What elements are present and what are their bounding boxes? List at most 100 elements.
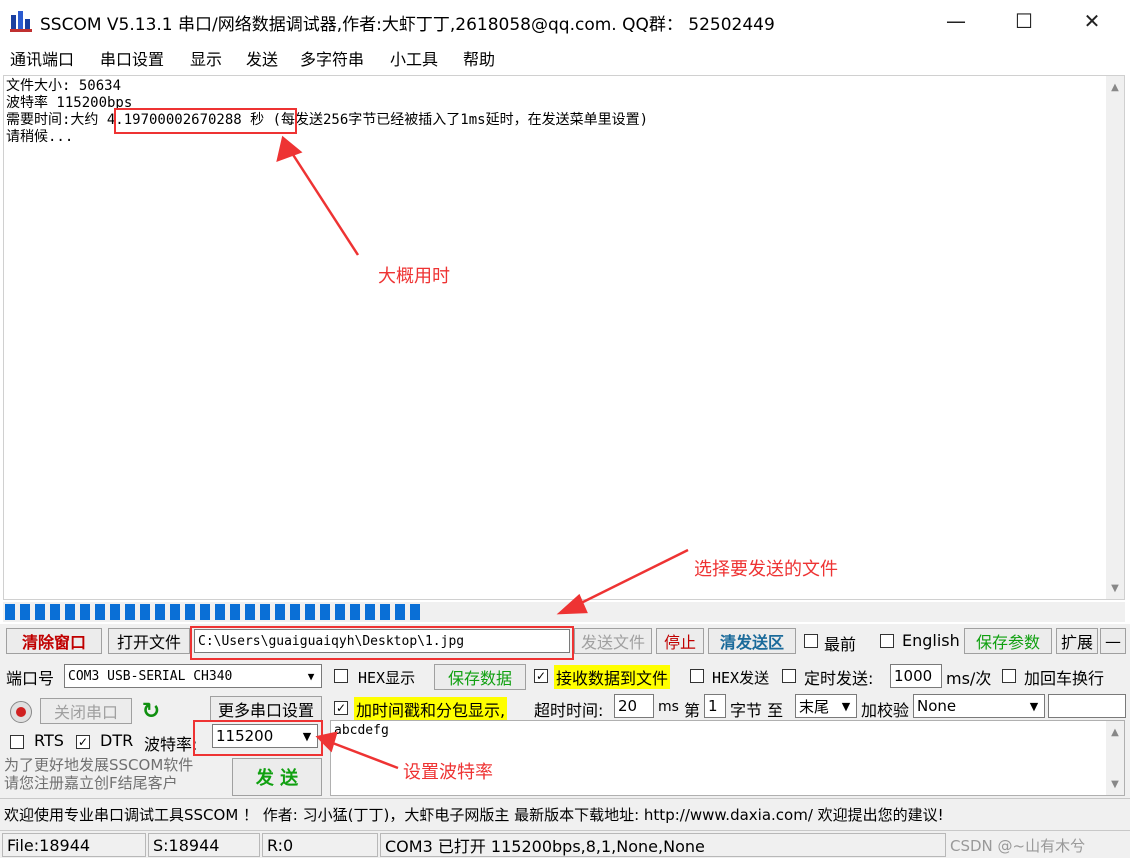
clear-window-button[interactable]: 清除窗口 [6, 628, 102, 654]
rts-checkbox[interactable] [10, 735, 24, 749]
menu-tools[interactable]: 小工具 [390, 46, 438, 70]
banner-text: 欢迎使用专业串口调试工具SSCOM ！ 作者: 习小猛(丁丁)，大虾电子网版主 … [4, 806, 944, 824]
progress-block [290, 604, 300, 620]
progress-block [305, 604, 315, 620]
port-label: 端口号 [6, 669, 55, 688]
timeout-input[interactable]: 20 [614, 694, 654, 718]
scroll-up-icon[interactable]: ▲ [1106, 78, 1124, 96]
annotation-time-box [114, 108, 297, 134]
send-scrollbar[interactable]: ▲ ▼ [1106, 721, 1124, 795]
hex-display-checkbox[interactable] [334, 669, 348, 683]
chevron-down-icon[interactable]: ▼ [836, 695, 856, 717]
interval-input[interactable]: 1000 [890, 664, 942, 688]
progress-block [200, 604, 210, 620]
status-port: COM3 已打开 115200bps,8,1,None,None [380, 833, 946, 857]
save-data-button[interactable]: 保存数据 [434, 664, 526, 690]
progress-block [350, 604, 360, 620]
progress-block [215, 604, 225, 620]
title-bar: SSCOM V5.13.1 串口/网络数据调试器,作者:大虾丁丁,2618058… [0, 0, 1130, 42]
timed-send-checkbox[interactable] [782, 669, 796, 683]
progress-block [380, 604, 390, 620]
menu-help[interactable]: 帮助 [463, 46, 495, 70]
progress-block [230, 604, 240, 620]
checksum-label: 加校验 [861, 701, 910, 720]
nth-label: 第 [684, 701, 701, 720]
more-settings-button[interactable]: 更多串口设置 [210, 696, 322, 722]
chevron-down-icon[interactable]: ▼ [301, 665, 321, 687]
stop-button[interactable]: 停止 [656, 628, 704, 654]
recv-line-filesize: 文件大小: 50634 [6, 78, 122, 94]
send-button[interactable]: 发 送 [232, 758, 322, 796]
byte-to-label: 字节 至 [730, 701, 784, 720]
recv-to-file-checkbox[interactable]: ✓ [534, 669, 548, 683]
progress-block [95, 604, 105, 620]
nth-input[interactable]: 1 [704, 694, 726, 718]
annotation-file-label: 选择要发送的文件 [694, 559, 838, 580]
topmost-label: 最前 [824, 635, 857, 654]
hex-send-label: HEX发送 [712, 669, 770, 687]
close-button[interactable]: ✕ [1058, 0, 1126, 42]
topmost-checkbox[interactable] [804, 634, 818, 648]
progress-block [50, 604, 60, 620]
progress-block [275, 604, 285, 620]
port-select[interactable]: COM3 USB-SERIAL CH340 ▼ [64, 664, 322, 688]
scroll-up-icon[interactable]: ▲ [1106, 723, 1124, 741]
english-label: English [902, 631, 960, 650]
checksum-select[interactable]: None ▼ [913, 694, 1045, 718]
progress-block [5, 604, 15, 620]
rts-label: RTS [34, 731, 64, 750]
progress-block [20, 604, 30, 620]
english-checkbox[interactable] [880, 634, 894, 648]
annotation-baud-box [193, 720, 323, 756]
port-value: COM3 USB-SERIAL CH340 [68, 668, 233, 684]
progress-block [110, 604, 120, 620]
hex-display-label: HEX显示 [358, 669, 416, 687]
progress-block [155, 604, 165, 620]
save-params-button[interactable]: 保存参数 [964, 628, 1052, 654]
close-port-button[interactable]: 关闭串口 [40, 698, 132, 724]
minimize-button[interactable]: — [922, 0, 990, 42]
menu-display[interactable]: 显示 [190, 46, 222, 70]
collapse-button[interactable]: — [1100, 628, 1126, 654]
hex-send-checkbox[interactable] [690, 669, 704, 683]
chevron-down-icon[interactable]: ▼ [1024, 695, 1044, 717]
annotation-time-label: 大概用时 [378, 266, 450, 287]
progress-block [260, 604, 270, 620]
timestamp-checkbox[interactable]: ✓ [334, 701, 348, 715]
status-received: R:0 [262, 833, 378, 857]
end-value: 末尾 [799, 697, 830, 716]
progress-block [320, 604, 330, 620]
promo-text: 为了更好地发展SSCOM软件 请您注册嘉立创F结尾客户 [4, 756, 194, 792]
app-icon [10, 11, 32, 32]
refresh-icon[interactable]: ↻ [138, 698, 164, 724]
clear-send-button[interactable]: 清发送区 [708, 628, 796, 654]
status-bar: File:18944 S:18944 R:0 COM3 已打开 115200bp… [0, 830, 1130, 858]
menu-serial-settings[interactable]: 串口设置 [100, 46, 164, 70]
timeout-label: 超时时间: [534, 701, 604, 720]
send-file-button[interactable]: 发送文件 [574, 628, 652, 654]
maximize-button[interactable]: ☐ [990, 0, 1058, 42]
timestamp-label: 加时间戳和分包显示, [354, 697, 508, 721]
progress-block [185, 604, 195, 620]
menu-multi-string[interactable]: 多字符串 [300, 46, 364, 70]
recv-line-time: 需要时间:大约 4.19700002670288 秒 (每发送256字节已经被插… [6, 112, 649, 128]
progress-block [365, 604, 375, 620]
end-select[interactable]: 末尾 ▼ [795, 694, 857, 718]
receive-area[interactable]: 文件大小: 50634 波特率 115200bps 需要时间:大约 4.1970… [3, 75, 1125, 600]
dtr-checkbox[interactable]: ✓ [76, 735, 90, 749]
expand-button[interactable]: 扩展 [1056, 628, 1098, 654]
receive-scrollbar[interactable]: ▲ ▼ [1106, 76, 1124, 599]
checksum-result-field [1048, 694, 1126, 718]
open-file-button[interactable]: 打开文件 [108, 628, 190, 654]
menu-send[interactable]: 发送 [246, 46, 278, 70]
window-title: SSCOM V5.13.1 串口/网络数据调试器,作者:大虾丁丁,2618058… [40, 15, 775, 35]
add-crlf-checkbox[interactable] [1002, 669, 1016, 683]
port-status-icon [10, 701, 32, 723]
scroll-down-icon[interactable]: ▼ [1106, 579, 1124, 597]
timed-send-label: 定时发送: [804, 669, 874, 688]
menu-comm-port[interactable]: 通讯端口 [10, 46, 74, 70]
progress-block [140, 604, 150, 620]
scroll-down-icon[interactable]: ▼ [1106, 775, 1124, 793]
progress-block [410, 604, 420, 620]
progress-block [35, 604, 45, 620]
